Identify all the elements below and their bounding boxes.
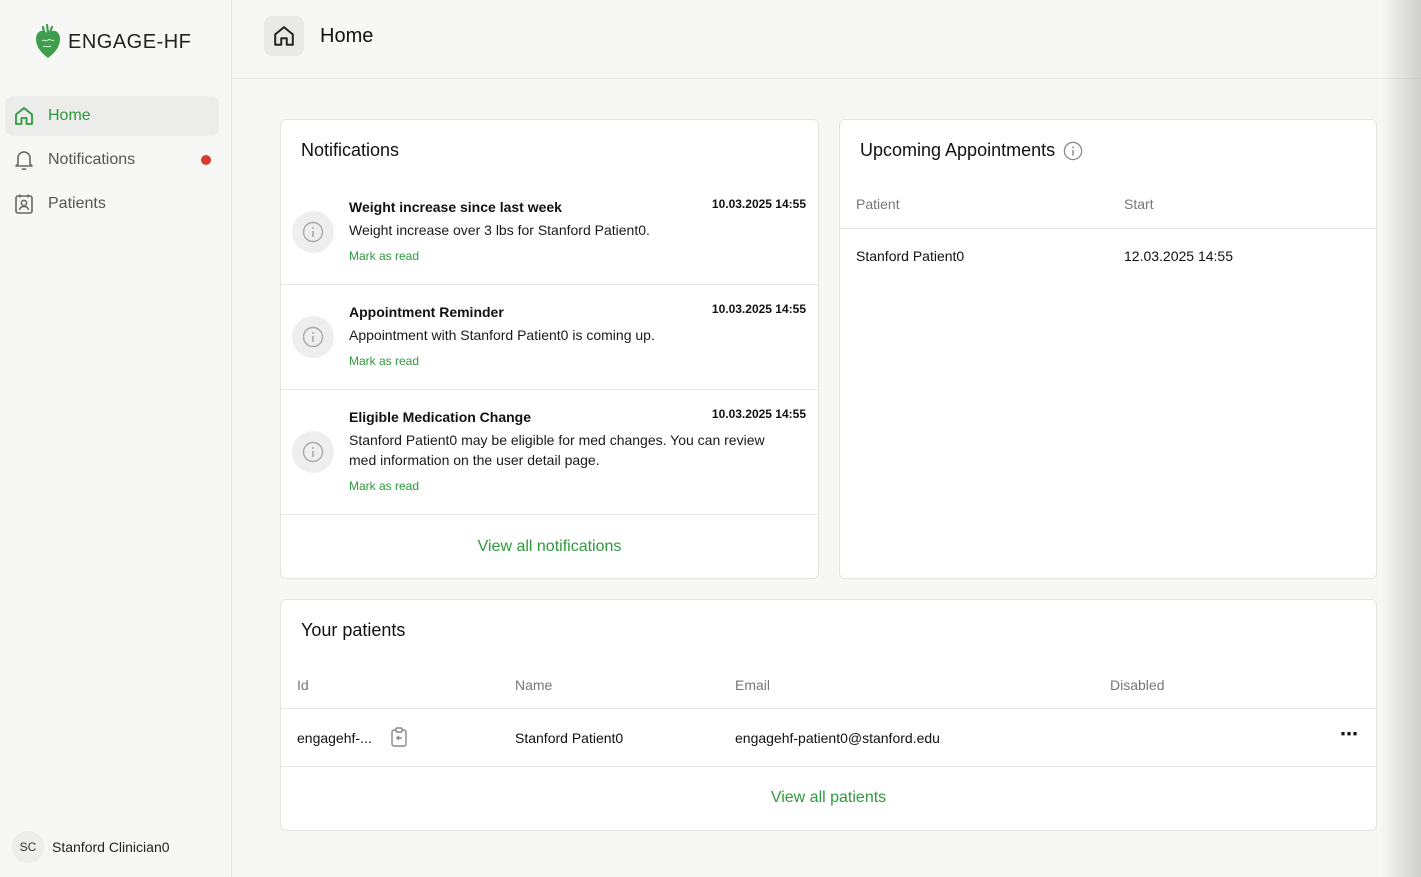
table-divider — [840, 228, 1376, 229]
unread-indicator — [201, 155, 211, 165]
patients-title: Your patients — [301, 620, 406, 640]
notification-message: Weight increase over 3 lbs for Stanford … — [349, 222, 650, 238]
mark-as-read-button[interactable]: Mark as read — [349, 479, 419, 493]
home-icon — [264, 16, 304, 56]
info-icon — [292, 431, 334, 473]
more-actions-icon[interactable]: ⋯ — [1340, 724, 1358, 745]
notification-time: 10.03.2025 14:55 — [711, 407, 806, 421]
info-icon[interactable] — [1063, 141, 1083, 161]
page-title: Home — [320, 25, 374, 47]
appointments-card: Upcoming Appointments Patient Start Stan… — [839, 119, 1377, 579]
notifications-card: Notifications Weight increase since last… — [280, 119, 819, 579]
sidebar-item-label: Patients — [48, 195, 106, 212]
view-all-notifications-link[interactable]: View all notifications — [281, 538, 818, 556]
notification-title: Appointment Reminder — [349, 304, 504, 320]
notification-title: Weight increase since last week — [349, 199, 562, 215]
column-header-disabled[interactable]: Disabled — [1110, 677, 1164, 693]
appointments-header: Upcoming Appointments — [860, 140, 1083, 161]
notification-message: Appointment with Stanford Patient0 is co… — [349, 327, 655, 343]
mark-as-read-button[interactable]: Mark as read — [349, 249, 419, 263]
notification-item: Appointment Reminder 10.03.2025 14:55 Ap… — [281, 285, 818, 390]
column-header-name[interactable]: Name — [515, 677, 552, 693]
table-divider — [281, 766, 1376, 767]
table-divider — [281, 708, 1376, 709]
notification-time: 10.03.2025 14:55 — [711, 302, 806, 316]
avatar: SC — [12, 831, 44, 863]
notification-title: Eligible Medication Change — [349, 409, 532, 425]
app-logo[interactable]: ENGAGE-HF — [34, 24, 191, 60]
app-name: ENGAGE-HF — [68, 30, 192, 53]
column-header-patient[interactable]: Patient — [856, 196, 900, 212]
notification-item: Weight increase since last week 10.03.20… — [281, 180, 818, 285]
patients-card: Your patients Id Name Email Disabled eng… — [280, 599, 1377, 831]
appointment-patient: Stanford Patient0 — [856, 248, 965, 264]
info-icon — [292, 211, 334, 253]
heart-logo-icon — [36, 24, 60, 58]
notification-message: Stanford Patient0 may be eligible for me… — [349, 432, 765, 468]
column-header-start[interactable]: Start — [1124, 196, 1154, 212]
appointments-title: Upcoming Appointments — [860, 140, 1056, 160]
copy-icon[interactable] — [390, 727, 408, 752]
patient-id: engagehf-... — [297, 730, 372, 746]
column-header-id[interactable]: Id — [297, 677, 309, 693]
info-icon — [292, 316, 334, 358]
view-all-patients-link[interactable]: View all patients — [281, 789, 1376, 807]
notification-item: Eligible Medication Change 10.03.2025 14… — [281, 390, 818, 515]
sidebar-item-home[interactable]: Home — [5, 96, 219, 136]
patient-name: Stanford Patient0 — [515, 730, 624, 746]
home-icon — [14, 105, 34, 127]
patient-email: engagehf-patient0@stanford.edu — [735, 730, 940, 746]
page-header: Home — [232, 0, 1421, 79]
sidebar-item-label: Notifications — [48, 151, 136, 168]
contact-icon — [14, 193, 34, 215]
user-name: Stanford Clinician0 — [52, 839, 170, 855]
notification-time: 10.03.2025 14:55 — [711, 197, 806, 211]
edge-shadow — [1381, 0, 1421, 877]
bell-icon — [14, 149, 34, 171]
sidebar-item-patients[interactable]: Patients — [5, 184, 219, 224]
notifications-title: Notifications — [301, 140, 400, 160]
appointment-start: 12.03.2025 14:55 — [1124, 248, 1233, 264]
sidebar: ENGAGE-HF Home Notifications Patients SC… — [0, 0, 232, 877]
user-profile[interactable]: SC Stanford Clinician0 — [12, 831, 170, 863]
column-header-email[interactable]: Email — [735, 677, 770, 693]
sidebar-item-notifications[interactable]: Notifications — [5, 140, 219, 180]
mark-as-read-button[interactable]: Mark as read — [349, 354, 419, 368]
sidebar-item-label: Home — [48, 107, 91, 124]
